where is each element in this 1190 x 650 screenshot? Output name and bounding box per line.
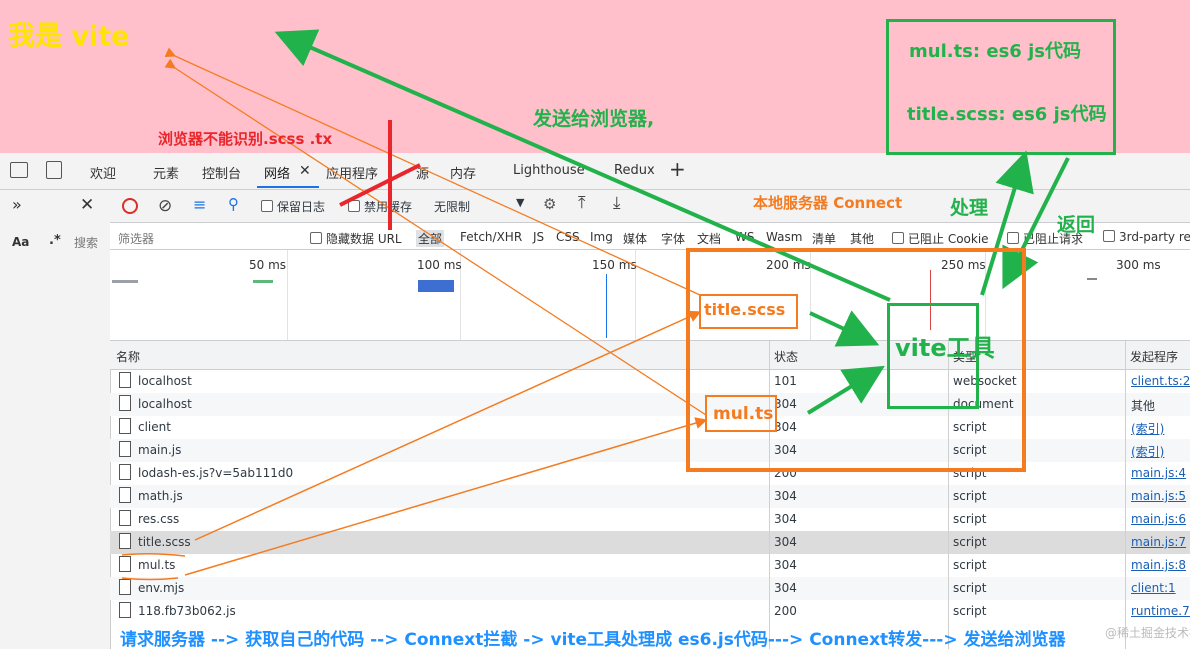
annotation-local-server: 本地服务器 Connect <box>753 194 903 212</box>
annotation-vite-tool: vite工具 <box>895 334 995 362</box>
annotation-code-title: title.scss: es6 js代码 <box>907 104 1107 125</box>
annotation-bottom-caption: 请求服务器 --> 获取自己的代码 --> Connext拦截 -> vite工… <box>120 630 1066 650</box>
annotation-return: 返回 <box>1057 214 1096 236</box>
annotation-process: 处理 <box>950 197 989 219</box>
annotation-send-to-browser: 发送给浏览器, <box>533 108 655 130</box>
annotation-browser-cannot: 浏览器不能识别.scss .tx <box>158 130 333 148</box>
watermark: @稀土掘金技术社区 <box>1105 626 1190 640</box>
annotation-title-scss: title.scss <box>704 300 786 319</box>
annotation-code-mul: mul.ts: es6 js代码 <box>909 41 1081 62</box>
annotation-mul-ts: mul.ts <box>713 404 774 424</box>
